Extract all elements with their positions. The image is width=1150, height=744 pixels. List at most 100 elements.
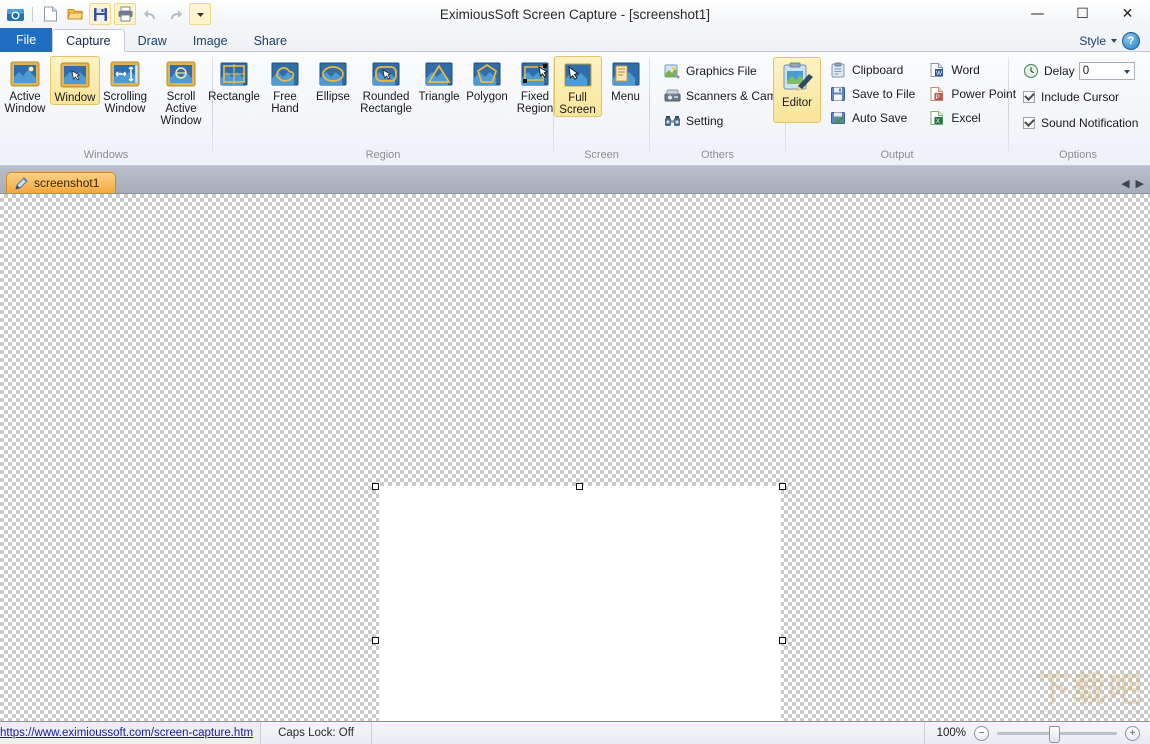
- open-icon[interactable]: [64, 3, 86, 25]
- checkbox-icon: [1023, 117, 1035, 129]
- close-icon: ✕: [1121, 6, 1134, 22]
- scroll-active-window-button[interactable]: Scroll Active Window: [150, 56, 212, 127]
- fixed-region-label-1: Fixed: [520, 91, 550, 103]
- powerpoint-item[interactable]: P Power Point: [926, 83, 1021, 105]
- ribbon-group-label-others: Others: [700, 149, 734, 161]
- ribbon-tab-strip: File Capture Draw Image Share Style ?: [0, 28, 1150, 52]
- save-to-file-item[interactable]: Save to File: [827, 83, 920, 105]
- canvas-area[interactable]: 下载吧 www.xiazaiba.com: [0, 194, 1150, 721]
- window-icon: [58, 60, 92, 90]
- triangle-button[interactable]: Triangle: [415, 56, 463, 103]
- rectangle-region-button[interactable]: Rectangle: [207, 56, 261, 103]
- app-logo-icon[interactable]: [4, 3, 26, 25]
- ribbon-group-label-output: Output: [880, 149, 914, 161]
- document-icon: [15, 176, 29, 190]
- ellipse-button[interactable]: Ellipse: [309, 56, 357, 103]
- print-icon[interactable]: [114, 3, 136, 25]
- image-canvas[interactable]: [379, 486, 781, 721]
- zoom-in-button[interactable]: +: [1125, 725, 1140, 741]
- triangle-label-1: Triangle: [418, 91, 460, 103]
- active-window-label-1: Active: [9, 91, 41, 103]
- excel-item[interactable]: X Excel: [926, 107, 1021, 129]
- zoom-out-button[interactable]: −: [974, 725, 989, 741]
- delay-input[interactable]: 0: [1078, 62, 1135, 80]
- tab-prev-icon[interactable]: ◀: [1121, 177, 1129, 190]
- full-screen-label-2: Screen: [559, 104, 596, 116]
- tab-file[interactable]: File: [0, 28, 53, 52]
- scrolling-window-button[interactable]: Scrolling Window: [100, 56, 150, 115]
- free-hand-label-1: Free: [273, 91, 297, 103]
- powerpoint-label: Power Point: [951, 87, 1017, 101]
- editor-label: Editor: [781, 97, 812, 109]
- free-hand-icon: [268, 59, 302, 89]
- menu-capture-icon: [609, 59, 643, 89]
- sound-notification-label: Sound Notification: [1041, 116, 1139, 130]
- setting-item[interactable]: Setting: [661, 110, 728, 132]
- selection-handle-middle-left[interactable]: [372, 637, 379, 644]
- fixed-region-button[interactable]: Fixed Region: [511, 56, 559, 115]
- style-label[interactable]: Style: [1079, 34, 1106, 48]
- selection-handle-top-left[interactable]: [372, 483, 379, 490]
- zoom-slider-thumb[interactable]: [1049, 725, 1060, 743]
- ribbon-group-screen: Full Screen Menu Screen: [553, 52, 650, 165]
- auto-save-item[interactable]: Auto Save: [827, 107, 920, 129]
- selection-handle-middle-right[interactable]: [779, 637, 786, 644]
- clipboard-label: Clipboard: [851, 63, 904, 77]
- application-window: EximiousSoft Screen Capture - [screensho…: [0, 0, 1150, 744]
- scanner-camera-icon: [664, 88, 681, 105]
- zoom-slider[interactable]: [997, 725, 1117, 743]
- setting-icon: [664, 113, 681, 130]
- tab-draw[interactable]: Draw: [125, 29, 180, 52]
- rounded-rectangle-button[interactable]: Rounded Rectangle: [357, 56, 415, 115]
- minimize-button[interactable]: —: [1015, 0, 1060, 28]
- maximize-button[interactable]: ☐: [1060, 0, 1105, 28]
- scroll-active-window-label-1: Scroll Active: [165, 91, 197, 115]
- undo-icon[interactable]: [139, 3, 161, 25]
- word-item[interactable]: W Word: [926, 59, 1021, 81]
- triangle-icon: [422, 59, 456, 89]
- editor-button[interactable]: Editor: [772, 57, 821, 123]
- polygon-button[interactable]: Polygon: [463, 56, 511, 103]
- document-tab-screenshot1[interactable]: screenshot1: [6, 172, 117, 193]
- close-button[interactable]: ✕: [1105, 0, 1150, 28]
- tab-image[interactable]: Image: [180, 29, 241, 52]
- full-screen-button[interactable]: Full Screen: [553, 56, 602, 117]
- free-hand-button[interactable]: Free Hand: [261, 56, 309, 115]
- setting-label: Setting: [686, 114, 724, 128]
- scroll-active-window-icon: [164, 59, 198, 89]
- customize-qat-icon[interactable]: [189, 3, 211, 25]
- new-icon[interactable]: [39, 3, 61, 25]
- clipboard-item[interactable]: Clipboard: [827, 59, 920, 81]
- delay-dropdown-icon[interactable]: [1123, 70, 1130, 74]
- rectangle-region-icon: [217, 59, 251, 89]
- checkbox-icon: [1023, 91, 1035, 103]
- tab-capture[interactable]: Capture: [52, 29, 125, 52]
- ribbon-group-label-region: Region: [365, 149, 401, 161]
- status-url-link[interactable]: https://www.eximioussoft.com/screen-capt…: [0, 722, 260, 744]
- tab-next-icon[interactable]: ▶: [1136, 177, 1144, 190]
- svg-text:W: W: [936, 69, 943, 76]
- delay-label: Delay: [1044, 64, 1075, 78]
- graphics-file-item[interactable]: Graphics File: [661, 60, 762, 82]
- graphics-file-icon: [664, 63, 681, 80]
- active-window-button[interactable]: Active Window: [0, 56, 50, 115]
- selection-handle-top-right[interactable]: [779, 483, 786, 490]
- menu-capture-button[interactable]: Menu: [602, 56, 650, 103]
- chevron-down-icon[interactable]: [1111, 39, 1117, 43]
- delay-value: 0: [1082, 65, 1090, 77]
- window-button[interactable]: Window: [50, 56, 100, 105]
- include-cursor-checkbox[interactable]: Include Cursor: [1020, 86, 1124, 108]
- active-window-icon: [8, 59, 42, 89]
- redo-icon[interactable]: [164, 3, 186, 25]
- tab-share[interactable]: Share: [241, 29, 300, 52]
- polygon-icon: [470, 59, 504, 89]
- rounded-rectangle-icon: [369, 59, 403, 89]
- sound-notification-checkbox[interactable]: Sound Notification: [1020, 112, 1143, 134]
- help-icon[interactable]: ?: [1122, 32, 1140, 50]
- save-icon[interactable]: [89, 3, 111, 25]
- fixed-region-icon: [518, 59, 552, 89]
- selection-handle-top-center[interactable]: [576, 483, 583, 490]
- excel-icon: X: [929, 110, 946, 127]
- document-tab-bar: screenshot1 ◀ ▶: [0, 166, 1150, 194]
- full-screen-icon: [561, 60, 595, 90]
